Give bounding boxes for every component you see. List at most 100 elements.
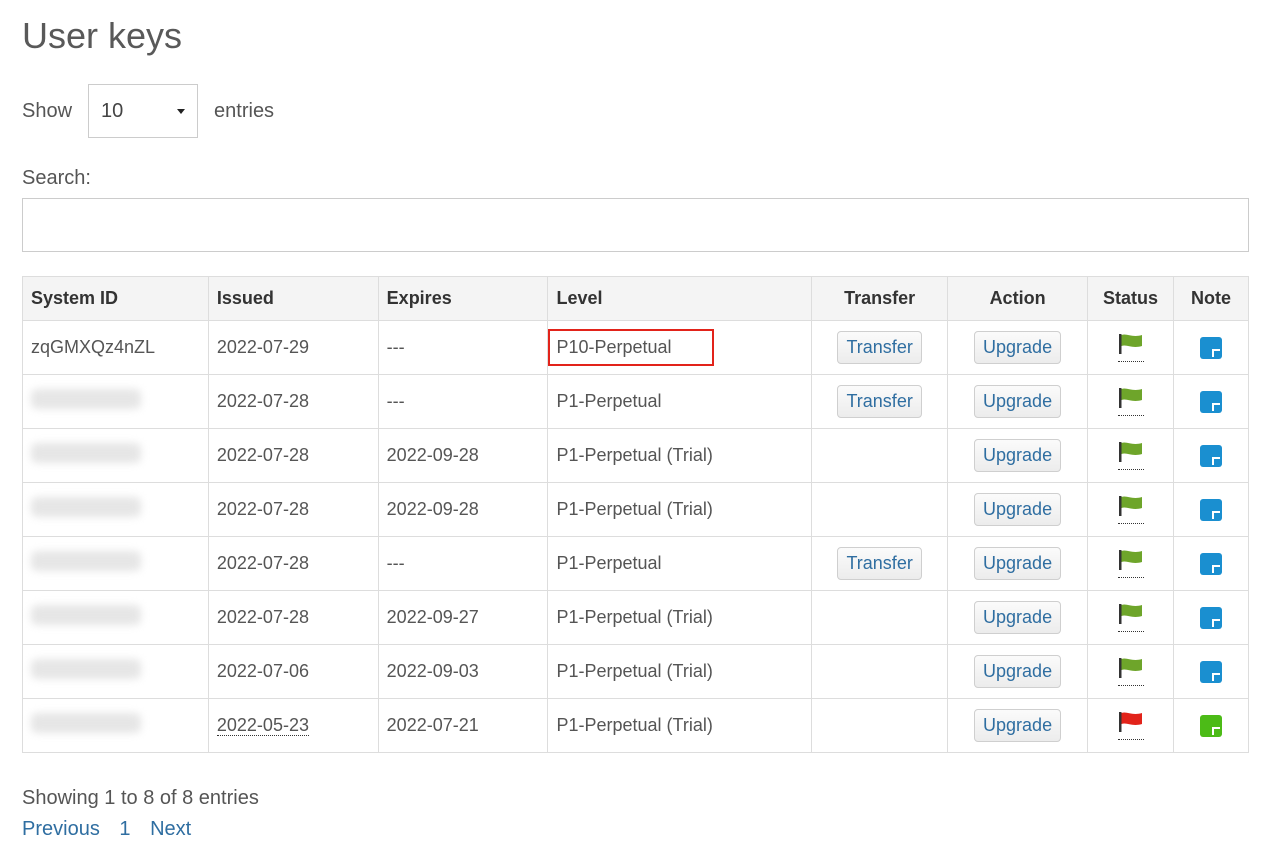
note-icon[interactable] xyxy=(1199,552,1222,575)
flag-icon xyxy=(1118,657,1142,678)
expires-date: --- xyxy=(386,337,405,357)
level-value: P10-Perpetual xyxy=(548,329,714,366)
expires-date: 2022-07-21 xyxy=(386,715,479,735)
upgrade-button[interactable]: Upgrade xyxy=(974,655,1062,688)
upgrade-button[interactable]: Upgrade xyxy=(974,385,1062,418)
table-row: 2022-07-06 2022-09-03 P1-Perpetual (Trial)… xyxy=(22,644,1250,699)
flag-icon xyxy=(1118,441,1142,462)
status-flag[interactable] xyxy=(1117,333,1144,362)
system-id-redacted xyxy=(31,605,141,625)
upgrade-button[interactable]: Upgrade xyxy=(974,709,1062,742)
transfer-button[interactable]: Transfer xyxy=(837,331,922,364)
flag-icon xyxy=(1118,333,1142,354)
column-header-action[interactable]: Action xyxy=(947,276,1089,321)
note-icon[interactable] xyxy=(1199,660,1222,683)
table-row: 2022-07-28 2022-09-28 P1-Perpetual (Trial)… xyxy=(22,482,1250,537)
flag-icon xyxy=(1118,387,1142,408)
column-header-status[interactable]: Status xyxy=(1087,276,1174,321)
expires-date: --- xyxy=(386,553,405,573)
status-flag[interactable] xyxy=(1117,387,1144,416)
level-cell: P1-Perpetual (Trial) xyxy=(547,644,813,699)
note-icon[interactable] xyxy=(1199,606,1222,629)
column-header-system-id[interactable]: System ID xyxy=(22,276,209,321)
note-cell xyxy=(1172,590,1250,645)
column-header-issued[interactable]: Issued xyxy=(207,276,379,321)
entries-label: entries xyxy=(214,99,275,122)
status-flag[interactable] xyxy=(1117,441,1144,470)
issued-date: 2022-07-28 xyxy=(216,607,309,627)
level-value: P1-Perpetual (Trial) xyxy=(556,661,713,681)
action-cell: Upgrade xyxy=(947,698,1089,753)
note-icon[interactable] xyxy=(1199,444,1222,467)
issued-cell: 2022-07-28 xyxy=(207,590,379,645)
entries-select[interactable]: 10 xyxy=(88,84,199,138)
level-cell: P1-Perpetual (Trial) xyxy=(547,428,813,483)
expires-cell: --- xyxy=(377,536,549,591)
status-cell xyxy=(1087,374,1174,429)
status-flag[interactable] xyxy=(1117,549,1144,578)
status-flag[interactable] xyxy=(1117,657,1144,686)
upgrade-button[interactable]: Upgrade xyxy=(974,331,1062,364)
transfer-cell xyxy=(811,428,949,483)
column-header-transfer[interactable]: Transfer xyxy=(811,276,949,321)
issued-cell: 2022-07-28 xyxy=(207,374,379,429)
note-cell xyxy=(1172,482,1250,537)
issued-cell: 2022-07-28 xyxy=(207,536,379,591)
system-id-redacted xyxy=(31,713,141,733)
page-title: User keys xyxy=(22,15,183,56)
status-flag[interactable] xyxy=(1117,495,1144,524)
level-cell: P1-Perpetual (Trial) xyxy=(547,698,813,753)
upgrade-button[interactable]: Upgrade xyxy=(974,493,1062,526)
transfer-button[interactable]: Transfer xyxy=(837,385,922,418)
note-icon[interactable] xyxy=(1199,336,1222,359)
system-id-redacted xyxy=(31,659,141,679)
transfer-cell xyxy=(811,698,949,753)
action-cell: Upgrade xyxy=(947,428,1089,483)
next-page-link[interactable]: Next xyxy=(150,818,191,840)
note-icon[interactable] xyxy=(1199,498,1222,521)
expires-cell: 2022-09-28 xyxy=(377,428,549,483)
user-keys-table: System ID Issued Expires Level Transfer … xyxy=(22,276,1250,753)
system-id-cell xyxy=(22,482,209,537)
status-flag[interactable] xyxy=(1117,711,1144,740)
note-icon[interactable] xyxy=(1199,390,1222,413)
issued-cell: 2022-07-28 xyxy=(207,482,379,537)
chevron-down-icon xyxy=(177,108,186,114)
table-row: 2022-07-28 2022-09-27 P1-Perpetual (Trial)… xyxy=(22,590,1250,645)
column-header-expires[interactable]: Expires xyxy=(377,276,549,321)
column-header-level[interactable]: Level xyxy=(547,276,813,321)
level-value: P1-Perpetual (Trial) xyxy=(556,715,713,735)
upgrade-button[interactable]: Upgrade xyxy=(974,439,1062,472)
table-row: 2022-07-28 2022-09-28 P1-Perpetual (Trial)… xyxy=(22,428,1250,483)
page-1-link[interactable]: 1 xyxy=(119,818,130,840)
table-header-row: System ID Issued Expires Level Transfer … xyxy=(22,276,1250,321)
status-cell xyxy=(1087,644,1174,699)
transfer-cell: Transfer xyxy=(811,536,949,591)
system-id-cell xyxy=(22,590,209,645)
expires-cell: 2022-09-28 xyxy=(377,482,549,537)
upgrade-button[interactable]: Upgrade xyxy=(974,547,1062,580)
level-cell: P1-Perpetual (Trial) xyxy=(547,482,813,537)
issued-cell: 2022-05-23 xyxy=(207,698,379,753)
column-header-note[interactable]: Note xyxy=(1172,276,1250,321)
previous-page-link[interactable]: Previous xyxy=(22,818,100,840)
status-cell xyxy=(1087,320,1174,375)
table-info: Showing 1 to 8 of 8 entries xyxy=(22,787,259,809)
table-row: zqGMXQz4nZL 2022-07-29 --- P10-Perpetual Tra… xyxy=(22,320,1250,375)
table-row: 2022-07-28 --- P1-Perpetual Transfer Upgrade xyxy=(22,536,1250,591)
transfer-button[interactable]: Transfer xyxy=(837,547,922,580)
system-id-cell xyxy=(22,644,209,699)
action-cell: Upgrade xyxy=(947,482,1089,537)
search-input[interactable] xyxy=(22,198,1249,252)
issued-date: 2022-07-06 xyxy=(216,661,309,681)
status-flag[interactable] xyxy=(1117,603,1144,632)
flag-icon xyxy=(1118,603,1142,624)
level-cell: P10-Perpetual xyxy=(547,320,813,375)
issued-cell: 2022-07-06 xyxy=(207,644,379,699)
entries-length-control: Show 10 entries xyxy=(22,84,1280,138)
action-cell: Upgrade xyxy=(947,644,1089,699)
table-row: 2022-07-28 --- P1-Perpetual Transfer Upgrade xyxy=(22,374,1250,429)
upgrade-button[interactable]: Upgrade xyxy=(974,601,1062,634)
note-icon[interactable] xyxy=(1199,714,1222,737)
system-id-cell xyxy=(22,374,209,429)
